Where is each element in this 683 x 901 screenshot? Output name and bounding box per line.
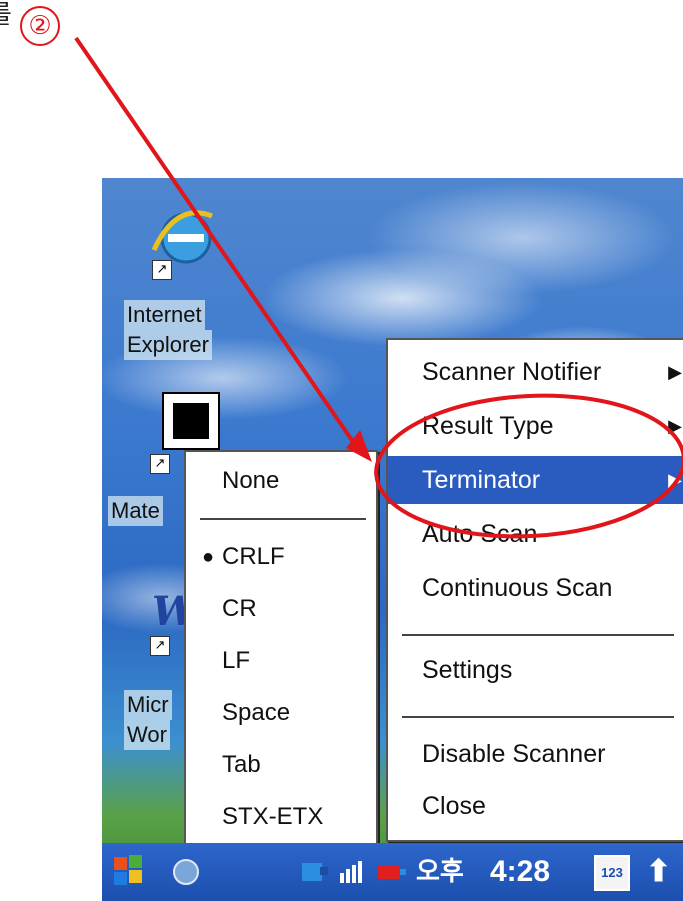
word-icon[interactable]: W ↗ xyxy=(148,588,197,656)
submenu-arrow-icon: ▶ xyxy=(668,416,682,436)
submenu-item-label: STX-ETX xyxy=(222,803,324,830)
submenu-item-label: None xyxy=(222,467,280,494)
menu-item-label: Auto Scan xyxy=(422,520,538,548)
submenu-item-none[interactable]: None xyxy=(186,456,376,506)
submenu-item-label: CRLF xyxy=(222,543,285,570)
shortcut-arrow-icon: ↗ xyxy=(150,454,170,474)
menu-item-continuous-scan[interactable]: Continuous Scan xyxy=(388,564,683,612)
menu-item-label: Disable Scanner xyxy=(422,740,606,768)
submenu-item-label: CR xyxy=(222,595,257,622)
submenu-item-label: Space xyxy=(222,699,291,726)
internet-explorer-label-2: Explorer xyxy=(124,330,212,360)
submenu-divider xyxy=(200,518,366,520)
word-label-2: Wor xyxy=(124,720,170,750)
start-icon[interactable] xyxy=(108,843,152,901)
menu-item-label: Scanner Notifier xyxy=(422,358,602,386)
input-mode-label: 123 xyxy=(594,855,630,891)
menu-item-label: Settings xyxy=(422,656,513,684)
menu-item-close[interactable]: Close xyxy=(388,782,683,830)
menu-item-scanner-notifier[interactable]: Scanner Notifier ▶ xyxy=(388,348,683,396)
menu-item-label: Terminator xyxy=(422,466,541,494)
up-arrow-icon[interactable]: ⬆ xyxy=(646,843,676,901)
menu-item-disable-scanner[interactable]: Disable Scanner xyxy=(388,730,683,778)
menu-item-label: Result Type xyxy=(422,412,554,440)
device-screen: ↗ Internet Explorer ↗ Mate W ↗ Micr Wor … xyxy=(102,178,683,901)
menu-item-auto-scan[interactable]: Auto Scan xyxy=(388,510,683,558)
internet-explorer-label-1: Internet xyxy=(124,300,205,330)
mate-label: Mate xyxy=(108,496,163,526)
submenu-item-cr[interactable]: CR xyxy=(186,584,376,634)
menu-item-label: Close xyxy=(422,792,486,820)
shortcut-arrow-icon: ↗ xyxy=(152,260,172,280)
submenu-item-label: Tab xyxy=(222,751,261,778)
submenu-item-label: LF xyxy=(222,647,251,674)
taskbar: 오후 4:28 123 ⬆ xyxy=(102,843,683,901)
submenu-item-stx-etx[interactable]: STX-ETX xyxy=(186,792,376,842)
submenu-item-lf[interactable]: LF xyxy=(186,636,376,686)
margin-text-top: 를 xyxy=(0,0,12,31)
submenu-item-crlf[interactable]: ● CRLF xyxy=(186,532,376,582)
scanner-icon[interactable] xyxy=(298,843,332,901)
submenu-item-space[interactable]: Space xyxy=(186,688,376,738)
menu-divider xyxy=(402,716,674,718)
network-icon[interactable] xyxy=(166,843,206,901)
menu-divider xyxy=(402,634,674,636)
submenu-item-tab[interactable]: Tab xyxy=(186,740,376,790)
menu-item-label: Continuous Scan xyxy=(422,574,613,602)
clock[interactable]: 4:28 xyxy=(490,843,550,901)
submenu-arrow-icon: ▶ xyxy=(668,470,682,490)
battery-icon xyxy=(374,843,410,901)
submenu-arrow-icon: ▶ xyxy=(668,362,682,382)
step-marker: ② xyxy=(20,6,60,46)
menu-item-terminator[interactable]: Terminator ▶ xyxy=(388,456,683,504)
word-label-1: Micr xyxy=(124,690,172,720)
time-period: 오후 xyxy=(416,857,464,887)
mate-icon-frame xyxy=(162,392,220,450)
menu-item-result-type[interactable]: Result Type ▶ xyxy=(388,402,683,450)
terminator-submenu: None ● CRLF CR LF Space Tab STX-ETX xyxy=(184,450,378,848)
mate-icon-square xyxy=(173,403,209,439)
menu-item-settings[interactable]: Settings xyxy=(388,646,683,694)
shortcut-arrow-icon: ↗ xyxy=(150,636,170,656)
signal-icon xyxy=(336,843,372,901)
keyboard-icon[interactable]: 123 xyxy=(592,843,632,901)
internet-explorer-icon[interactable]: ↗ xyxy=(146,198,216,288)
scanner-context-menu: Scanner Notifier ▶ Result Type ▶ Termina… xyxy=(386,338,683,842)
selected-bullet-icon: ● xyxy=(202,546,215,568)
